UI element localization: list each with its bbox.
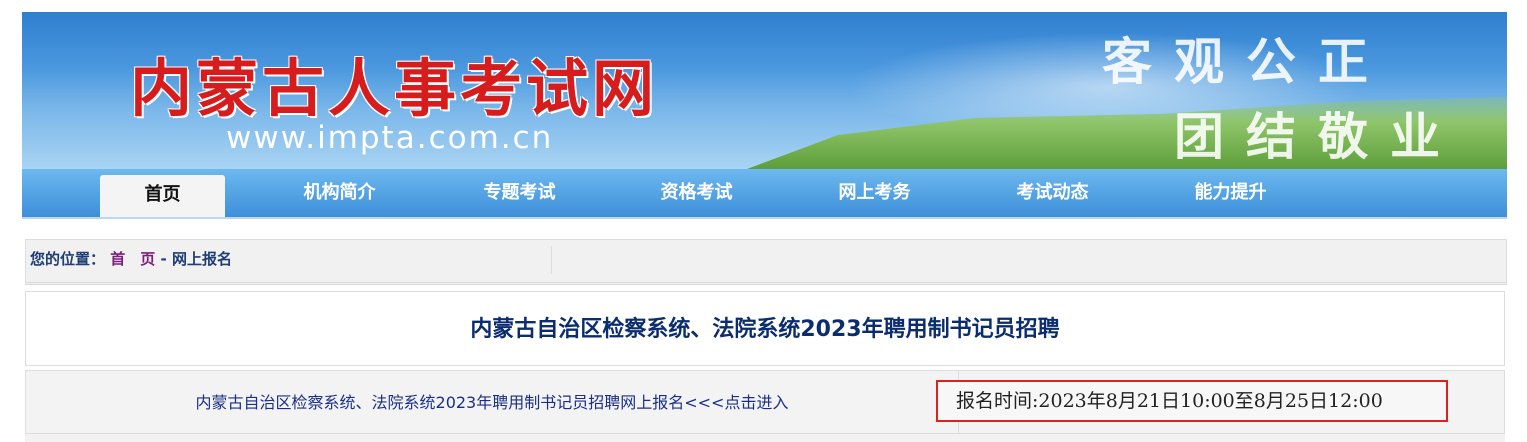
registration-row: 内蒙古自治区检察系统、法院系统2023年聘用制书记员招聘网上报名<<<点击进入 …	[25, 370, 1505, 434]
online-registration-link[interactable]: 内蒙古自治区检察系统、法院系统2023年聘用制书记员招聘网上报名<<<点击进入	[196, 393, 789, 412]
site-url: www.impta.com.cn	[226, 120, 554, 156]
breadcrumb-divider	[551, 246, 552, 274]
slogan-line-2: 团结敬业	[1174, 107, 1462, 166]
nav-qualification-exams[interactable]: 资格考试	[634, 169, 759, 217]
main-nav: 首页 机构简介 专题考试 资格考试 网上考务 考试动态 能力提升	[22, 169, 1507, 219]
breadcrumb-current: 网上报名	[171, 250, 232, 268]
breadcrumb-separator: -	[160, 250, 172, 268]
breadcrumb-text: 您的位置： 首 页 - 网上报名	[30, 248, 232, 269]
page-title: 内蒙古自治区检察系统、法院系统2023年聘用制书记员招聘	[470, 317, 1060, 342]
site-logo-title[interactable]: 内蒙古人事考试网	[130, 38, 658, 128]
nav-about[interactable]: 机构简介	[277, 169, 402, 217]
nav-home[interactable]: 首页	[100, 175, 225, 217]
page-wrapper: 内蒙古人事考试网 www.impta.com.cn 客观公正 团结敬业 首页 机…	[22, 12, 1507, 434]
slogan-line-1: 客观公正	[1102, 32, 1390, 91]
article-title-box: 内蒙古自治区检察系统、法院系统2023年聘用制书记员招聘	[25, 291, 1505, 366]
nav-special-exams[interactable]: 专题考试	[457, 169, 582, 217]
nav-exam-news[interactable]: 考试动态	[990, 169, 1115, 217]
registration-link-cell: 内蒙古自治区检察系统、法院系统2023年聘用制书记员招聘网上报名<<<点击进入	[26, 371, 959, 433]
site-banner: 内蒙古人事考试网 www.impta.com.cn 客观公正 团结敬业	[22, 12, 1507, 169]
registration-time-box: 报名时间:2023年8月21日10:00至8月25日12:00	[936, 380, 1448, 422]
nav-online-affairs[interactable]: 网上考务	[812, 169, 937, 217]
breadcrumb: 您的位置： 首 页 - 网上报名	[25, 239, 1507, 285]
breadcrumb-home-link[interactable]: 首 页	[110, 250, 155, 268]
breadcrumb-prefix: 您的位置：	[30, 250, 106, 268]
nav-skill-upgrade[interactable]: 能力提升	[1168, 169, 1293, 217]
